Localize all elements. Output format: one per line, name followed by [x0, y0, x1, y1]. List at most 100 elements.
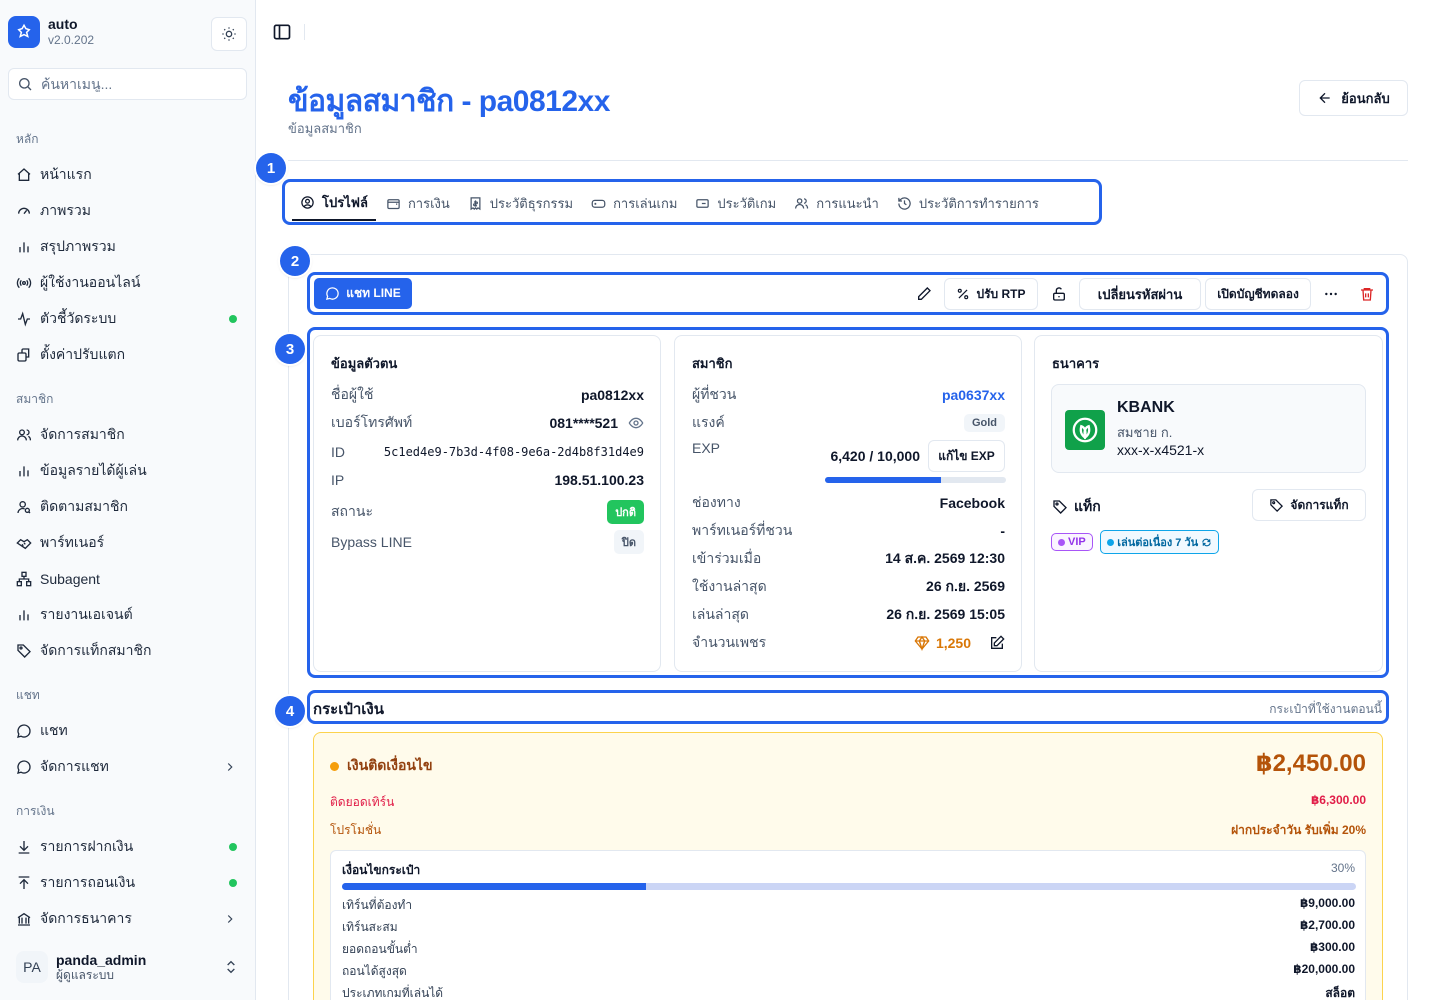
tag-label: เล่นต่อเนื่อง 7 วัน: [1117, 537, 1199, 549]
eye-icon[interactable]: [628, 415, 644, 431]
ip-row: IP 198.51.100.23: [331, 472, 644, 488]
arrow-left-icon: [1319, 92, 1330, 104]
brand[interactable]: auto v2.0.202: [8, 16, 94, 48]
sidebar-item[interactable]: Subagent: [8, 563, 247, 595]
tag-list: VIP เล่นต่อเนื่อง 7 วัน: [1051, 530, 1222, 554]
sidebar-item-label: จัดการสมาชิก: [40, 426, 125, 442]
users-icon: [17, 429, 32, 441]
tab-label: ประวัติธุรกรรม: [489, 195, 574, 211]
menu-search[interactable]: [8, 68, 247, 100]
field-label: จำนวนเพชร: [692, 634, 767, 650]
wallet-type-label: เงินติดเงื่อนไข: [347, 757, 433, 773]
tab-transactions[interactable]: ประวัติธุรกรรม: [460, 185, 581, 221]
sidebar-item[interactable]: หน้าแรก: [8, 159, 247, 191]
tags-label: แท็ก: [1074, 498, 1101, 514]
sidebar-item-label: หน้าแรก: [40, 166, 92, 182]
condition-row-value: ฿2,700.00: [1299, 918, 1355, 932]
sidebar-item[interactable]: แชท: [8, 715, 247, 747]
referrer-row: ผู้ที่ชวน pa0637xx: [692, 384, 1005, 406]
panel-title: สมาชิก: [692, 356, 733, 371]
sidebar-item[interactable]: ข้อมูลรายได้ผู้เล่น: [8, 455, 247, 487]
field-label: สถานะ: [331, 503, 373, 519]
sidebar: auto v2.0.202 หลักหน้าแรกภาพรวมสรุปภาพรว…: [0, 0, 256, 1000]
annotation-badge: 4: [275, 696, 305, 726]
sidebar-item[interactable]: รายการถอนเงิน: [8, 867, 247, 899]
user-menu[interactable]: PA panda_admin ผู้ดูแลระบบ: [8, 944, 247, 990]
sidebar-item[interactable]: รายงานเอเจนต์: [8, 599, 247, 631]
tab-activity-log[interactable]: ประวัติการทำรายการ: [889, 185, 1047, 221]
sidebar-item[interactable]: จัดการธนาคาร: [8, 903, 247, 935]
tab-gameplay[interactable]: การเล่นเกม: [583, 185, 685, 221]
delete-member-button[interactable]: [1353, 280, 1381, 308]
trash-icon: [1361, 288, 1373, 301]
tab-game-history[interactable]: ประวัติเกม: [687, 185, 784, 221]
tag-chip-vip[interactable]: VIP: [1051, 533, 1093, 551]
adjust-rtp-button[interactable]: ปรับ RTP: [944, 278, 1038, 310]
sidebar-toggle-icon[interactable]: [272, 22, 292, 42]
chevron-right-icon: [223, 912, 237, 929]
tag-dot-icon: [1058, 538, 1065, 546]
tab-profile[interactable]: โปรไฟล์: [292, 185, 376, 221]
status-dot-icon: [229, 315, 237, 323]
last-active-value: 26 ก.ย. 2569: [926, 578, 1005, 594]
condition-row-value: ฿20,000.00: [1293, 962, 1355, 976]
sidebar-item[interactable]: สรุปภาพรวม: [8, 231, 247, 263]
tab-label: โปรไฟล์: [322, 194, 368, 210]
sidebar-item[interactable]: จัดการสมาชิก: [8, 419, 247, 451]
tag-chip-streak[interactable]: เล่นต่อเนื่อง 7 วัน: [1100, 530, 1220, 554]
sidebar-item-label: Subagent: [40, 571, 100, 587]
referrer-link[interactable]: pa0637xx: [942, 387, 1005, 403]
theme-toggle-button[interactable]: [211, 17, 247, 51]
line-chat-button[interactable]: แชท LINE: [314, 278, 412, 309]
sidebar-item[interactable]: ตั้งค่าปรับแตก: [8, 339, 247, 371]
sidebar-item-label: สรุปภาพรวม: [40, 238, 116, 254]
tab-label: ประวัติการทำรายการ: [918, 195, 1039, 211]
sidebar-item[interactable]: ตัวชี้วัดระบบ: [8, 303, 247, 335]
page-subtitle: ข้อมูลสมาชิก: [288, 121, 362, 136]
more-actions-button[interactable]: [1317, 280, 1345, 308]
sidebar-item-label: ภาพรวม: [40, 202, 91, 218]
tab-label: การเงิน: [407, 195, 450, 211]
tab-referral[interactable]: การแนะนำ: [786, 185, 887, 221]
sidebar-item[interactable]: ติดตามสมาชิก: [8, 491, 247, 523]
tag-dot-icon: [1107, 538, 1115, 546]
history-icon: [898, 196, 911, 210]
open-demo-label: เปิดบัญชีทดลอง: [1217, 286, 1299, 301]
manage-tags-button[interactable]: จัดการแท็ก: [1252, 489, 1366, 521]
sidebar-item-label: ข้อมูลรายได้ผู้เล่น: [40, 462, 147, 478]
bank-panel: ธนาคาร KBANK สมชาย ก. xxx-x-x4521-x แท็ก…: [1034, 335, 1383, 672]
upload-icon: [18, 876, 30, 889]
last-play-row: เล่นล่าสุด 26 ก.ย. 2569 15:05: [692, 604, 1005, 626]
open-demo-account-button[interactable]: เปิดบัญชีทดลอง: [1205, 278, 1311, 310]
manage-tags-label: จัดการแท็ก: [1290, 497, 1349, 512]
joined-value: 14 ส.ค. 2569 12:30: [885, 550, 1005, 566]
bypass-badge: ปิด: [613, 530, 644, 554]
edit-square-icon[interactable]: [989, 635, 1005, 651]
panel-title: ธนาคาร: [1052, 356, 1100, 371]
back-button[interactable]: ย้อนกลับ: [1299, 80, 1408, 116]
sidebar-item[interactable]: ผู้ใช้งานออนไลน์: [8, 267, 247, 299]
condition-row: เทิร์นที่ต้องทำ ฿9,000.00: [342, 896, 1355, 915]
sidebar-item[interactable]: รายการฝากเงิน: [8, 831, 247, 863]
sidebar-item[interactable]: จัดการแชท: [8, 751, 247, 783]
search-input[interactable]: [41, 76, 231, 92]
user-search-icon: [17, 501, 31, 514]
sidebar-item-label: แชท: [40, 722, 68, 738]
annotation-badge: 2: [280, 246, 310, 276]
change-password-button[interactable]: เปลี่ยนรหัสผ่าน: [1079, 278, 1201, 310]
sidebar-item[interactable]: จัดการแท็กสมาชิก: [8, 635, 247, 667]
edit-exp-button[interactable]: แก้ไข EXP: [928, 440, 1005, 472]
annotation-badge: 1: [256, 153, 286, 183]
tab-finance[interactable]: การเงิน: [378, 185, 458, 221]
panel-title: ข้อมูลตัวตน: [331, 356, 398, 371]
exp-progress-fill: [825, 477, 942, 483]
condition-header: เงื่อนไขกระเป๋า 30%: [342, 861, 1355, 880]
home-icon: [17, 168, 31, 181]
sidebar-group-label: การเงิน: [16, 804, 55, 818]
unlock-button[interactable]: [1045, 280, 1073, 308]
sun-icon: [222, 27, 236, 41]
line-chat-label: แชท LINE: [346, 286, 401, 300]
edit-member-button[interactable]: [910, 280, 938, 308]
sidebar-item[interactable]: ภาพรวม: [8, 195, 247, 227]
sidebar-item[interactable]: พาร์ทเนอร์: [8, 527, 247, 559]
